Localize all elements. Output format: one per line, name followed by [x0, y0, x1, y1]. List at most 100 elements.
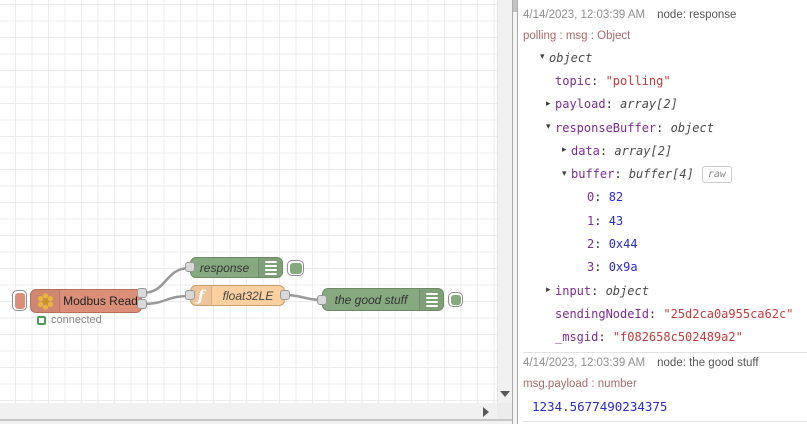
response-toggle-fill: [289, 262, 302, 274]
tree-value: 0x9a: [608, 260, 638, 275]
tree-key: sendingNodeId: [555, 306, 649, 321]
tree-key: input: [555, 283, 592, 298]
tree-colon: :: [656, 120, 671, 135]
tree-row[interactable]: 2: 0x44: [523, 232, 807, 255]
node-the-good-stuff[interactable]: the good stuff: [322, 288, 444, 311]
tree-colon: :: [594, 213, 609, 228]
tree-row[interactable]: ▸ payload: array[2]: [523, 93, 807, 116]
debug-source-node: node: response: [657, 8, 737, 21]
good-toggle-button[interactable]: [448, 292, 463, 307]
tree-key: data: [571, 143, 600, 158]
tree-colon: :: [591, 73, 606, 88]
tree-key: responseBuffer: [555, 120, 657, 135]
debug-panel[interactable]: 4/14/2023, 12:03:39 AM node: response poll…: [518, 0, 807, 424]
tree-colon: :: [605, 97, 621, 112]
canvas-horizontal-scrollbar[interactable]: [0, 403, 497, 420]
debug-message: 4/14/2023, 12:03:39 AM node: the good stu…: [523, 353, 807, 422]
raw-toggle-button[interactable]: raw: [701, 165, 732, 183]
tree-value: buffer[4]: [628, 167, 694, 182]
tree-row[interactable]: ▾ responseBuffer: object: [523, 116, 807, 139]
modbus-output-port-2[interactable]: [137, 299, 147, 309]
debug-list-icon: [258, 258, 282, 277]
wire-modbus-func[interactable]: [141, 294, 191, 306]
tree-value: "f082658c502489a2": [612, 330, 743, 345]
expand-arrow-right-icon[interactable]: ▸: [546, 99, 555, 109]
debug-message-header: 4/14/2023, 12:03:39 AM node: response: [523, 4, 807, 25]
tree-colon: :: [594, 237, 609, 252]
debug-timestamp: 4/14/2023, 12:03:39 AM: [523, 357, 646, 370]
scroll-right-arrow-icon[interactable]: [483, 406, 489, 417]
func-output-port[interactable]: [280, 290, 290, 300]
tree-key: _msgid: [555, 330, 599, 345]
debug-object-tree: ▾ object topic: "polling" ▸ payload: array[2…: [523, 46, 807, 349]
tree-value: "25d2ca0a955ca62c": [663, 306, 794, 321]
modbus-node-button[interactable]: [12, 290, 27, 311]
expand-arrow-right-icon[interactable]: ▸: [546, 286, 555, 295]
debug-timestamp: 4/14/2023, 12:03:39 AM: [523, 8, 646, 21]
tree-value: array[2]: [620, 97, 678, 112]
sidebar-scrollbar-thumb[interactable]: [513, 0, 517, 12]
tree-row[interactable]: ▾ object: [523, 46, 807, 69]
expand-arrow-down-icon[interactable]: ▾: [540, 53, 549, 62]
good-input-port[interactable]: [317, 295, 327, 305]
node-float32le[interactable]: ƒ float32LE: [190, 285, 285, 306]
node-label: response: [199, 260, 250, 275]
tree-key: topic: [555, 73, 592, 88]
debug-list-icon: [419, 289, 443, 310]
debug-message-meta: msg.payload : number: [523, 378, 637, 391]
modbus-flower-icon: [31, 290, 60, 312]
tree-row[interactable]: topic: "polling": [523, 69, 807, 92]
modbus-output-port-1[interactable]: [137, 288, 147, 298]
debug-payload-value: 1234.5677490234375: [532, 398, 668, 414]
tree-value: 82: [608, 190, 624, 205]
node-label: the good stuff: [334, 292, 408, 307]
func-input-port[interactable]: [185, 290, 195, 300]
tree-key: 0: [587, 190, 595, 205]
tree-row[interactable]: ▸ input: object: [523, 279, 807, 302]
tree-value: 43: [608, 213, 624, 228]
node-label: float32LE: [222, 288, 274, 303]
node-red-window: Modbus Read connected response ƒ float32…: [0, 0, 807, 424]
wire-modbus-response[interactable]: [141, 266, 191, 295]
flow-canvas[interactable]: Modbus Read connected response ƒ float32…: [0, 0, 497, 403]
status-text: connected: [51, 314, 102, 326]
tree-colon: :: [599, 143, 615, 158]
tree-colon: :: [591, 283, 606, 298]
response-input-port[interactable]: [185, 262, 195, 272]
tree-row[interactable]: _msgid: "f082658c502489a2": [523, 326, 807, 349]
expand-arrow-right-icon[interactable]: ▸: [562, 146, 571, 155]
tree-row[interactable]: ▾ buffer: buffer[4] raw: [523, 162, 807, 185]
tree-row[interactable]: 0: 82: [523, 186, 807, 209]
response-toggle-button[interactable]: [287, 260, 304, 276]
tree-key: buffer: [571, 167, 615, 182]
wire-layer: [141, 266, 323, 306]
tree-key: 2: [587, 237, 595, 252]
tree-colon: :: [614, 167, 629, 182]
tree-colon: :: [594, 190, 609, 205]
modbus-status: connected: [37, 314, 102, 326]
tree-key: 1: [587, 213, 595, 228]
node-response[interactable]: response: [190, 257, 283, 278]
tree-row[interactable]: 1: 43: [523, 209, 807, 232]
tree-row[interactable]: sendingNodeId: "25d2ca0a955ca62c": [523, 302, 807, 325]
tree-row[interactable]: 3: 0x9a: [523, 256, 807, 279]
status-connected-icon: [37, 315, 46, 325]
tree-row[interactable]: ▸ data: array[2]: [523, 139, 807, 162]
scroll-down-arrow-icon[interactable]: [500, 391, 510, 397]
modbus-node-button-fill: [14, 292, 25, 309]
expand-arrow-down-icon[interactable]: ▾: [546, 123, 555, 132]
tree-key: payload: [555, 97, 606, 112]
debug-message-meta: polling : msg : Object: [523, 29, 631, 42]
node-modbus-read[interactable]: Modbus Read: [30, 289, 142, 313]
tree-root-type: object: [549, 50, 593, 65]
tree-value: 0x44: [608, 237, 638, 252]
debug-message-header: 4/14/2023, 12:03:39 AM node: the good stu…: [523, 353, 807, 374]
tree-value: object: [670, 120, 714, 135]
expand-arrow-down-icon[interactable]: ▾: [562, 169, 571, 179]
tree-value: object: [605, 283, 649, 298]
debug-source-node: node: the good stuff: [657, 357, 759, 370]
tree-colon: :: [598, 330, 613, 345]
canvas-vertical-scrollbar[interactable]: [497, 0, 512, 403]
good-toggle-fill: [450, 294, 461, 305]
tree-value: array[2]: [614, 143, 673, 158]
